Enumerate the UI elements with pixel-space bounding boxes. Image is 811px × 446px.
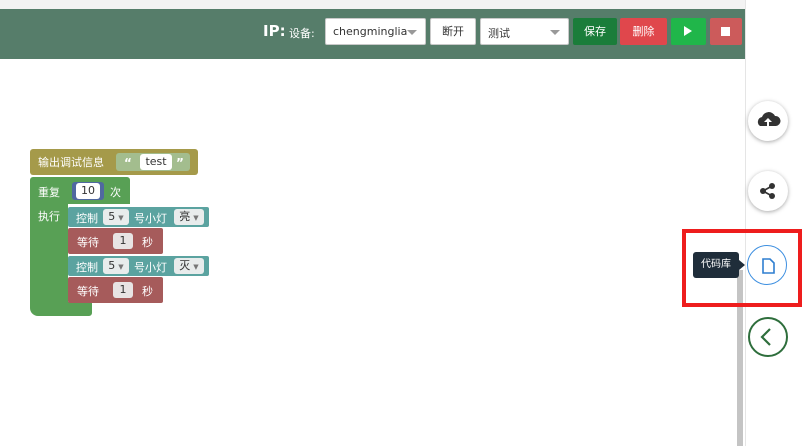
wait-block[interactable]: 等待 1 秒	[68, 228, 163, 254]
toolbar: IP: 设备: chengminglia 断开 测试 保存 删除	[0, 9, 745, 59]
dropdown-arrow-icon: ▼	[193, 263, 199, 271]
mode-select-value: 测试	[488, 27, 510, 40]
pin-value: 5	[108, 210, 116, 223]
device-label: 设备:	[289, 27, 315, 40]
ip-label: IP:	[263, 22, 286, 40]
chevron-left-icon	[760, 328, 771, 346]
chevron-down-icon	[550, 30, 560, 35]
stop-icon	[721, 27, 730, 36]
print-debug-block[interactable]: 输出调试信息 “ test ”	[30, 149, 198, 175]
wait-label: 等待	[77, 285, 99, 298]
pin-dropdown[interactable]: 5 ▼	[103, 209, 129, 225]
device-select[interactable]: chengminglia	[325, 18, 426, 45]
led-state-value: 亮	[179, 210, 191, 223]
stop-button[interactable]	[710, 18, 742, 45]
led-control-block[interactable]: 控制 5 ▼ 号小灯 灭 ▼	[68, 256, 209, 276]
repeat-count-block[interactable]: 10	[72, 182, 104, 200]
repeat-do-label: 执行	[38, 210, 60, 223]
repeat-block[interactable]: 重复 10 次	[30, 177, 130, 204]
open-quote-icon: “	[124, 156, 132, 170]
led-state-dropdown[interactable]: 灭 ▼	[174, 258, 204, 274]
device-select-value: chengminglia	[333, 25, 408, 38]
control-label: 控制	[76, 212, 98, 225]
print-block-label: 输出调试信息	[38, 156, 104, 169]
mode-select[interactable]: 测试	[480, 18, 569, 45]
dropdown-arrow-icon: ▼	[118, 214, 124, 222]
repeat-block-bottom	[30, 302, 92, 316]
share-button[interactable]	[748, 171, 788, 211]
chevron-down-icon	[407, 30, 417, 35]
led-label: 号小灯	[134, 261, 167, 274]
pin-dropdown[interactable]: 5 ▼	[103, 258, 129, 274]
share-icon	[760, 183, 775, 199]
cloud-upload-icon	[757, 112, 781, 126]
led-state-value: 灭	[179, 259, 191, 272]
repeat-count-field[interactable]: 10	[76, 183, 100, 199]
delete-button[interactable]: 删除	[620, 18, 667, 45]
dropdown-arrow-icon: ▼	[118, 263, 124, 271]
highlight-box	[682, 229, 802, 307]
close-quote-icon: ”	[176, 156, 184, 170]
disconnect-button[interactable]: 断开	[430, 18, 476, 45]
led-label: 号小灯	[134, 212, 167, 225]
led-state-dropdown[interactable]: 亮 ▼	[174, 209, 204, 225]
run-button[interactable]	[671, 18, 706, 45]
text-string-block[interactable]: “ test ”	[116, 153, 190, 171]
control-label: 控制	[76, 261, 98, 274]
wait-unit-label: 秒	[142, 285, 153, 298]
led-control-block[interactable]: 控制 5 ▼ 号小灯 亮 ▼	[68, 207, 209, 227]
wait-block[interactable]: 等待 1 秒	[68, 277, 163, 303]
play-icon	[684, 26, 692, 36]
top-strip	[0, 0, 745, 9]
dropdown-arrow-icon: ▼	[193, 214, 199, 222]
save-button[interactable]: 保存	[573, 18, 617, 45]
wait-value-field[interactable]: 1	[113, 282, 133, 298]
repeat-unit-label: 次	[110, 186, 121, 199]
text-value-field[interactable]: test	[140, 154, 172, 170]
pin-value: 5	[108, 259, 116, 272]
collapse-sidebar-button[interactable]	[748, 317, 788, 357]
cloud-upload-button[interactable]	[748, 101, 788, 141]
wait-unit-label: 秒	[142, 236, 153, 249]
wait-value-field[interactable]: 1	[113, 233, 133, 249]
right-sidebar	[745, 0, 811, 446]
repeat-block-body: 执行	[30, 203, 68, 307]
repeat-label: 重复	[38, 186, 60, 199]
wait-label: 等待	[77, 236, 99, 249]
